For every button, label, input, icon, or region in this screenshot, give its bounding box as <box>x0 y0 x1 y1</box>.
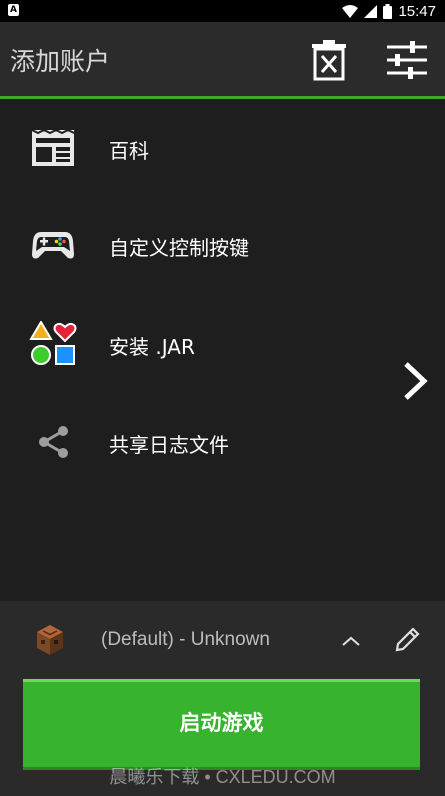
profile-selector[interactable]: (Default) - Unknown <box>101 629 270 651</box>
wiki-icon <box>29 124 77 172</box>
edit-pencil-icon[interactable] <box>394 625 422 653</box>
app-notification-icon: A <box>8 4 19 16</box>
toolbar: 添加账户 <box>0 22 445 99</box>
bottom-panel: (Default) - Unknown 启动游戏 晨曦乐下载 • CXLEDU.… <box>0 601 445 796</box>
chevron-right-icon[interactable] <box>400 361 430 401</box>
gamepad-icon <box>29 221 77 269</box>
launch-game-button[interactable]: 启动游戏 <box>23 679 420 770</box>
menu-item-custom-controls[interactable]: 自定义控制按键 <box>0 205 445 285</box>
settings-button[interactable] <box>381 35 431 85</box>
side-menu: 百科 自定义控制按键 安装 .JAR 共享日志文件 <box>0 99 445 601</box>
share-icon <box>29 418 77 466</box>
chevron-up-icon[interactable] <box>340 630 362 652</box>
delete-account-icon <box>312 40 346 81</box>
menu-item-share-log[interactable]: 共享日志文件 <box>0 402 445 482</box>
menu-item-label: 百科 <box>109 139 149 163</box>
wifi-icon <box>342 4 359 18</box>
install-jar-icon <box>29 320 77 368</box>
menu-item-label: 自定义控制按键 <box>109 236 249 260</box>
status-bar: A 15:47 <box>0 0 445 22</box>
page-title: 添加账户 <box>10 47 111 76</box>
status-time: 15:47 <box>398 2 436 20</box>
watermark: 晨曦乐下载 • CXLEDU.COM <box>109 767 336 787</box>
menu-item-label: 共享日志文件 <box>109 433 229 457</box>
crafting-table-icon[interactable] <box>36 624 64 656</box>
launch-game-label: 启动游戏 <box>179 710 264 735</box>
settings-sliders-icon <box>387 41 427 79</box>
menu-item-wiki[interactable]: 百科 <box>0 108 445 188</box>
menu-item-install-jar[interactable]: 安装 .JAR <box>0 304 445 384</box>
delete-account-button[interactable] <box>304 35 354 85</box>
battery-icon <box>383 3 393 19</box>
status-icons: 15:47 <box>342 0 436 22</box>
menu-item-label: 安装 .JAR <box>109 335 195 359</box>
signal-icon <box>364 4 378 18</box>
